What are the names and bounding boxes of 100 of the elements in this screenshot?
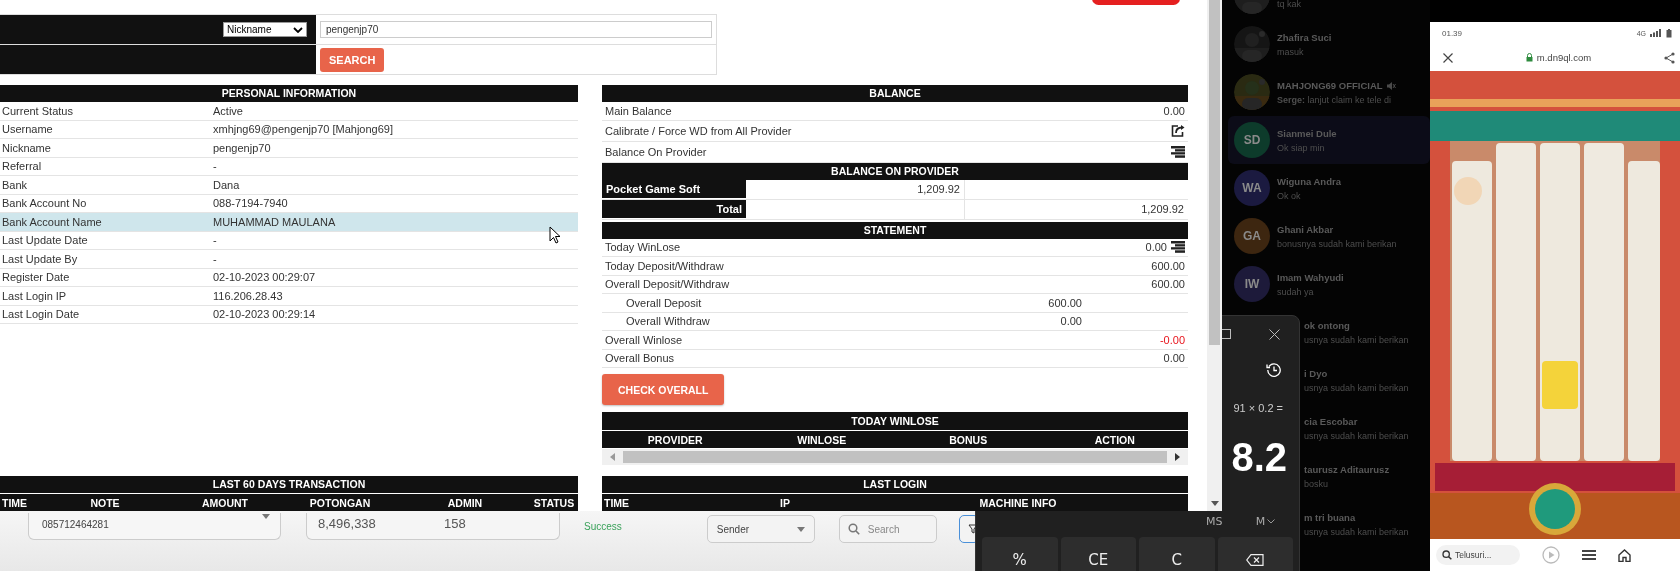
field-label: Referral	[2, 160, 43, 173]
field-label: Last Update By	[2, 252, 79, 265]
table-row[interactable]: Last Login Date 02-10-2023 00:29:14	[0, 305, 578, 324]
message-preview: Serge: lanjut claim ke tele di	[1277, 94, 1393, 105]
table-cell-text: 1,209.92	[1140, 202, 1185, 217]
table-row[interactable]: Last Update By -	[0, 250, 578, 269]
table-row[interactable]: Last Login IP 116.206.28.43	[0, 287, 578, 306]
contact-name: i Dyo	[1304, 368, 1328, 379]
avatar: WA	[1234, 170, 1270, 206]
chat-item[interactable]: WA Wiguna Andra Ok ok	[1222, 164, 1430, 212]
search-field[interactable]: Telusuri...	[1436, 545, 1520, 565]
home-icon[interactable]	[1618, 548, 1631, 562]
close-icon[interactable]	[1443, 52, 1453, 63]
horizontal-scrollbar[interactable]	[602, 449, 1188, 465]
message-preview: usnya sudah kami berikan	[1304, 430, 1409, 441]
share-icon[interactable]	[1664, 51, 1675, 64]
result-display: 8.2	[1231, 433, 1287, 481]
chat-item[interactable]: IW Imam Wahyudi sudah ya	[1222, 260, 1430, 308]
share-icon[interactable]	[1171, 124, 1185, 137]
signal-icon	[1650, 29, 1662, 37]
calculator-key[interactable]: %	[982, 537, 1058, 571]
message-preview: usnya sudah kami berikan	[1304, 526, 1409, 537]
section-header: TODAY WINLOSE	[602, 412, 1188, 430]
field-label: Bank	[2, 178, 29, 191]
section-header: LAST LOGIN	[602, 476, 1188, 493]
table-row[interactable]: Current Status Active	[0, 102, 578, 121]
table-cell: 1,209.92	[746, 179, 965, 199]
field-label: Last Login Date	[2, 308, 81, 321]
field-value: 600.00	[1048, 296, 1082, 309]
contact-name: Sianmei Dule	[1277, 128, 1337, 139]
field-label: Today Deposit/Withdraw	[605, 259, 724, 272]
chat-item[interactable]: GA Ghani Akbar bonusnya sudah kami berikan	[1222, 212, 1430, 260]
scrollbar-thumb[interactable]	[1209, 0, 1220, 345]
field-value: xmhjng69@pengenjp70 [Mahjong69]	[213, 123, 393, 136]
contact-name: taurusz Aditaurusz	[1304, 464, 1390, 475]
column-header: PROVIDER	[646, 433, 704, 446]
list-icon[interactable]	[1171, 145, 1185, 158]
caret-icon	[796, 526, 805, 532]
column-header: TIME	[603, 496, 631, 509]
contact-name: Ghani Akbar	[1277, 224, 1334, 235]
history-icon[interactable]	[1266, 362, 1282, 378]
field-value: 600.00	[1151, 278, 1185, 291]
table-row[interactable]: Referral -	[0, 157, 578, 176]
menu-icon[interactable]	[1582, 550, 1596, 560]
message-preview: bosku	[1304, 478, 1330, 489]
field-value: 600.00	[1151, 259, 1185, 272]
search-field[interactable]: Search	[838, 515, 937, 543]
field-value: Dana	[213, 178, 240, 191]
table-row[interactable]: Register Date 02-10-2023 00:29:07	[0, 268, 578, 287]
search-icon	[1442, 550, 1452, 560]
scrollbar-thumb[interactable]	[623, 451, 1167, 463]
down-arrow-icon[interactable]	[1211, 501, 1219, 506]
avatar: GA	[1234, 218, 1270, 254]
field-label: Overall Winlose	[605, 333, 683, 346]
dropdown[interactable]: Nickname	[223, 22, 307, 37]
column-header: WINLOSE	[796, 433, 848, 446]
column-header: TIME	[1, 496, 29, 509]
field-value: -0.00	[1159, 333, 1185, 346]
message-preview: usnya sudah kami berikan	[1304, 334, 1409, 345]
field-value: 088-7194-7940	[213, 197, 288, 210]
cursor-icon	[549, 226, 561, 244]
close-icon[interactable]	[1269, 328, 1280, 340]
contact-name: Imam Wahyudi	[1277, 272, 1344, 283]
field-label: Calibrate / Force WD from All Provider	[605, 124, 792, 137]
field-value: 0.00	[1163, 352, 1185, 365]
contact-name: cia Escobar	[1304, 416, 1358, 427]
memory-button[interactable]: M	[1239, 512, 1291, 530]
calculator-key[interactable]: C	[1139, 537, 1215, 571]
column-header: BONUS	[948, 433, 989, 446]
message-preview: Ok ok	[1277, 190, 1302, 201]
field-label: Bank Account No	[2, 197, 88, 210]
field-label: Overall Withdraw	[626, 315, 710, 328]
field-value: 0.00	[1145, 241, 1167, 254]
table-row[interactable]: Username xmhjng69@pengenjp70 [Mahjong69]	[0, 120, 578, 139]
input-field[interactable]: 085712464281	[28, 513, 281, 540]
column-header: POTONGAN	[308, 496, 372, 509]
memory-button[interactable]: MS	[1188, 512, 1240, 530]
calculator-key[interactable]: CE	[1060, 537, 1136, 571]
table-row[interactable]: Bank Dana	[0, 176, 578, 195]
search-field[interactable]: pengenjp70	[320, 21, 712, 38]
message-preview: masuk	[1277, 46, 1305, 57]
section-header: BALANCE	[602, 85, 1188, 102]
list-icon[interactable]	[1171, 241, 1185, 254]
sender-dropdown[interactable]: Sender	[706, 515, 815, 543]
backspace-button[interactable]	[1217, 537, 1293, 571]
table-row[interactable]: Nickname pengenjp70	[0, 139, 578, 158]
table-row[interactable]: Bank Account Name MUHAMMAD MAULANA	[0, 213, 578, 232]
vertical-scrollbar[interactable]	[1207, 0, 1222, 511]
column-header: STATUS	[532, 496, 576, 509]
field-label: Last Update Date	[2, 234, 89, 247]
section-header: LAST 60 DAYS TRANSACTION	[0, 476, 578, 493]
chevron-down-icon	[1267, 518, 1276, 524]
column-header: NOTE	[89, 496, 121, 509]
field-value: -	[213, 234, 217, 247]
battery-icon	[1666, 28, 1672, 38]
field-label: Balance On Provider	[605, 145, 707, 158]
field-value: 02-10-2023 00:29:14	[213, 308, 316, 321]
right-arrow-icon[interactable]	[1175, 453, 1180, 461]
field-value: Active	[213, 104, 243, 117]
field-label: Current Status	[2, 104, 74, 117]
